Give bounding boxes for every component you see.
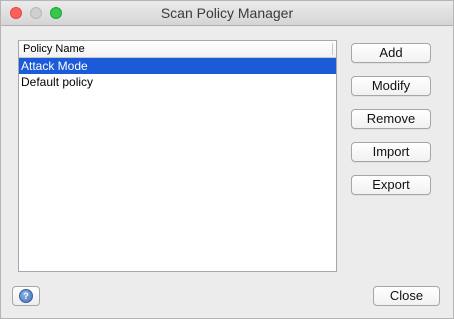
policy-name-column-header[interactable]: Policy Name (19, 41, 336, 58)
policy-row-default-policy[interactable]: Default policy (19, 74, 336, 90)
add-button[interactable]: Add (351, 43, 431, 63)
remove-button[interactable]: Remove (351, 109, 431, 129)
help-button[interactable]: ? (12, 286, 40, 306)
export-button[interactable]: Export (351, 175, 431, 195)
policy-list[interactable]: Policy Name Attack Mode Default policy (18, 40, 337, 272)
title-bar[interactable]: Scan Policy Manager (1, 1, 453, 26)
window-title: Scan Policy Manager (160, 5, 294, 21)
scan-policy-manager-window: Scan Policy Manager Policy Name Attack M… (0, 0, 454, 319)
modify-button[interactable]: Modify (351, 76, 431, 96)
close-button[interactable]: Close (373, 286, 440, 306)
import-button[interactable]: Import (351, 142, 431, 162)
policy-row-attack-mode[interactable]: Attack Mode (19, 58, 336, 74)
help-icon: ? (19, 289, 33, 303)
